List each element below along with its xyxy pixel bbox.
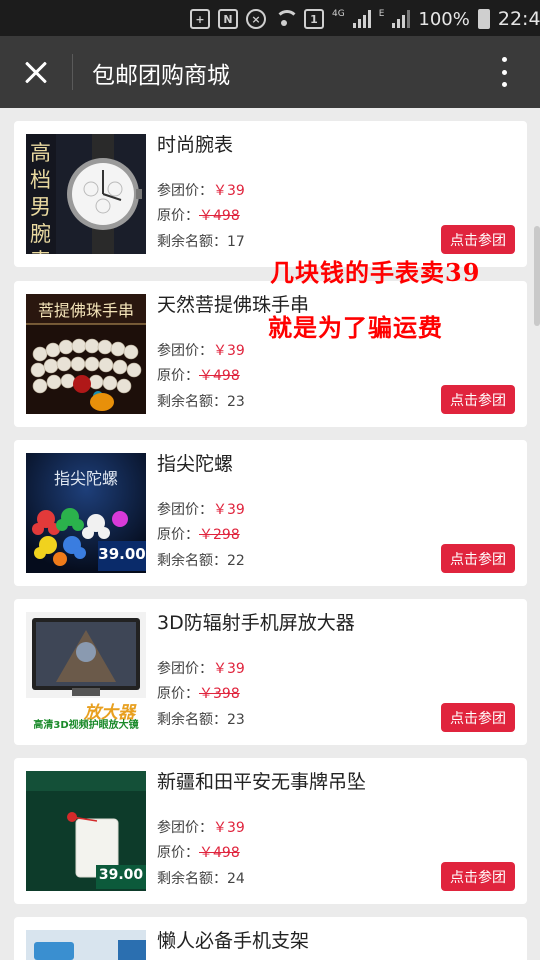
join-group-button[interactable]: 点击参团 [441,862,515,891]
close-icon[interactable] [14,50,58,94]
product-image-spinner[interactable]: 指尖陀螺 39.00 [26,453,146,573]
product-title[interactable]: 指尖陀螺 [157,449,233,476]
sim-1-icon: 1 [304,9,324,29]
product-title[interactable]: 3D防辐射手机屏放大器 [157,608,355,635]
group-price-row: 参团价：￥39 [157,183,245,199]
status-bar: + N × 1 4G E 100% 22:41 [0,0,540,36]
jade-price-text: 39.00 [98,867,144,883]
original-price-row: 原价：￥498 [157,845,240,861]
battery-level: 100% [418,8,470,30]
annotation-line-1: 几块钱的手表卖39 [270,258,481,287]
network-type-2: E [378,9,385,19]
join-group-button[interactable]: 点击参团 [441,544,515,573]
spinner-title-text: 指尖陀螺 [53,469,118,488]
product-card[interactable]: 菩提佛珠手串 天然菩提佛珠手串 参团价：￥39 原价：￥498 剩余名额：23 … [14,281,527,427]
product-title[interactable]: 时尚腕表 [157,130,233,157]
join-group-button[interactable]: 点击参团 [441,703,515,732]
beads-banner-text: 菩提佛珠手串 [37,301,134,320]
scrollbar[interactable] [534,226,540,326]
network-type: 4G [332,9,345,19]
magnifier-small-text: 高清3D视频护眼放大镜 [33,720,139,731]
annotation-line-2: 就是为了骗运费 [268,313,443,342]
app-header: 包邮团购商城 [0,36,540,108]
mute-icon: × [246,9,266,29]
spinner-price-text: 39.00 [98,545,146,563]
product-image-stand[interactable] [26,930,146,960]
product-card[interactable]: 39.00 新疆和田平安无事牌吊坠 参团价：￥39 原价：￥498 剩余名额：2… [14,758,527,904]
original-price-row: 原价：￥498 [157,368,240,384]
original-price-row: 原价：￥398 [157,686,240,702]
join-group-button[interactable]: 点击参团 [441,225,515,254]
group-price-row: 参团价：￥39 [157,820,245,836]
product-image-watch[interactable]: 高档男腕表 [26,134,146,254]
watch-side-text: 高档男腕表 [30,141,51,254]
remaining-row: 剩余名额：24 [157,871,245,887]
remaining-row: 剩余名额：17 [157,234,245,250]
more-options-icon[interactable] [490,54,518,90]
nfc-icon: N [218,9,238,29]
remaining-row: 剩余名额：22 [157,553,245,569]
product-title[interactable]: 懒人必备手机支架 [157,926,309,953]
battery-saver-icon: + [190,9,210,29]
remaining-row: 剩余名额：23 [157,712,245,728]
signal-icon [352,10,371,28]
clock: 22:41 [497,8,540,30]
page-title: 包邮团购商城 [92,63,230,89]
product-image-jade[interactable]: 39.00 [26,771,146,891]
group-price-row: 参团价：￥39 [157,502,245,518]
product-card[interactable]: 高档男腕表 时尚腕表 参团价：￥39 原价：￥498 剩余名额：17 点击参团 [14,121,527,267]
header-divider [72,54,73,90]
product-title[interactable]: 新疆和田平安无事牌吊坠 [157,767,366,794]
product-card[interactable]: 指尖陀螺 39.00 指尖陀螺 参团价：￥39 原价：￥298 剩余名额：22 … [14,440,527,586]
remaining-row: 剩余名额：23 [157,394,245,410]
product-image-beads[interactable]: 菩提佛珠手串 [26,294,146,414]
signal-2-icon [392,10,411,28]
status-icons: + N × 1 4G E 100% 22:41 [190,8,540,30]
product-card[interactable]: 放大器 高清3D视频护眼放大镜 3D防辐射手机屏放大器 参团价：￥39 原价：￥… [14,599,527,745]
wifi-icon [274,10,299,28]
join-group-button[interactable]: 点击参团 [441,385,515,414]
original-price-row: 原价：￥498 [157,208,240,224]
group-price-row: 参团价：￥39 [157,661,245,677]
group-price-row: 参团价：￥39 [157,343,245,359]
battery-icon [477,9,490,29]
product-card[interactable]: 懒人必备手机支架 [14,917,527,960]
original-price-row: 原价：￥298 [157,527,240,543]
product-image-magnifier[interactable]: 放大器 高清3D视频护眼放大镜 [26,612,146,732]
